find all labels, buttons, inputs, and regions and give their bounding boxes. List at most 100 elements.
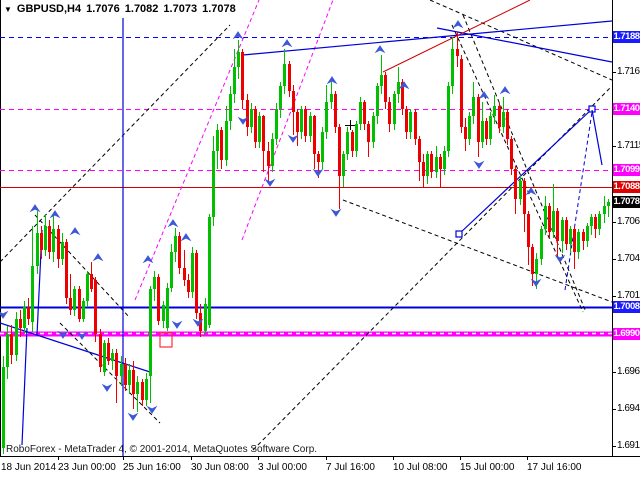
candle-body: [573, 229, 576, 252]
trendline-proj-dashed-blue[interactable]: [565, 112, 592, 290]
candle-body: [233, 67, 236, 94]
candle-body: [489, 116, 492, 139]
candle-body: [220, 130, 223, 160]
candle-body: [535, 259, 538, 274]
candle-body: [300, 109, 303, 132]
price-label-1.6915[interactable]: 1.6915: [617, 440, 640, 451]
candle-body: [128, 370, 131, 385]
price-badge-1.6990[interactable]: 1.6990: [613, 328, 640, 340]
ohlc-low: 1.7073: [163, 3, 197, 15]
candle-body: [603, 206, 606, 214]
time-label[interactable]: 10 Jul 08:00: [393, 462, 448, 473]
candle-body: [31, 266, 34, 322]
candle-body: [162, 305, 165, 321]
fractal-up-icon: [283, 40, 291, 46]
candle-body: [111, 353, 114, 361]
candle-body: [569, 229, 572, 244]
candle-body: [82, 301, 85, 319]
candle-body: [153, 277, 156, 289]
trendline-handle-0[interactable]: [456, 231, 462, 237]
candle-body: [367, 124, 370, 142]
candle-body: [195, 253, 198, 313]
copyright-text: RoboForex - MetaTrader 4, © 2001-2014, M…: [6, 444, 317, 455]
trendline-desc-june-b[interactable]: [60, 323, 160, 423]
candle-body: [502, 112, 505, 127]
candle-body: [565, 220, 568, 244]
collapse-triangle-icon[interactable]: ▼: [4, 5, 12, 14]
candle-body: [485, 121, 488, 139]
trendline-zigzag-desc[interactable]: [0, 323, 150, 372]
candle-body: [241, 52, 244, 100]
chart-header: ▼ GBPUSD,H4 1.7076 1.7082 1.7073 1.7078: [4, 3, 236, 15]
trendline-desc-steep-1[interactable]: [452, 25, 583, 312]
price-label-1.7065[interactable]: 1.7065: [617, 216, 640, 227]
price-chart[interactable]: [0, 0, 640, 480]
candle-body: [288, 64, 291, 91]
time-label[interactable]: 17 Jul 16:00: [527, 462, 582, 473]
candle-body: [90, 274, 93, 289]
candle-body: [6, 334, 9, 367]
time-label[interactable]: 18 Jun 2014: [1, 462, 56, 473]
fractal-up-icon: [480, 92, 488, 98]
fractal-up-icon: [376, 46, 384, 52]
price-label-1.7015[interactable]: 1.7015: [617, 290, 640, 301]
trendline-asc-june[interactable]: [0, 25, 230, 262]
time-label[interactable]: 7 Jul 16:00: [326, 462, 375, 473]
fractal-down-icon: [266, 180, 274, 186]
candle-body: [514, 169, 517, 199]
candle-body: [321, 132, 324, 162]
candle-body: [582, 232, 585, 241]
trendline-red-rising[interactable]: [383, 0, 530, 72]
candle-body: [590, 217, 593, 226]
candle-body: [237, 52, 240, 67]
price-badge-1.7078[interactable]: 1.7078: [613, 196, 640, 208]
price-badge-1.7140[interactable]: 1.7140: [613, 103, 640, 115]
candle-body: [338, 127, 341, 176]
candle-body: [86, 274, 89, 301]
time-label[interactable]: 15 Jul 00:00: [460, 462, 515, 473]
fractal-up-icon: [144, 256, 152, 262]
candle-body: [443, 151, 446, 169]
time-label[interactable]: 30 Jun 08:00: [191, 462, 249, 473]
fractal-up-icon: [454, 21, 462, 27]
candle-body: [216, 130, 219, 151]
price-badge-1.7188[interactable]: 1.7188: [613, 31, 640, 43]
price-label-1.7165[interactable]: 1.7165: [617, 66, 640, 77]
candle-body: [313, 116, 316, 154]
candle-body: [212, 151, 215, 217]
candle-body: [552, 211, 555, 232]
candle-body: [149, 289, 152, 376]
fractal-up-icon: [169, 220, 177, 226]
candle-body: [250, 109, 253, 127]
time-label[interactable]: 23 Jun 00:00: [58, 462, 116, 473]
fractal-down-icon: [289, 136, 297, 142]
candle-body: [359, 102, 362, 124]
fractal-up-icon: [94, 254, 102, 260]
candle-body: [422, 162, 425, 176]
candle-body: [355, 124, 358, 151]
time-label[interactable]: 3 Jul 00:00: [258, 462, 307, 473]
candle-body: [166, 288, 169, 328]
candle-body: [208, 217, 211, 325]
candle-body: [598, 214, 601, 229]
trendline-zigzag-leg-1[interactable]: [22, 328, 27, 445]
price-label-1.6940[interactable]: 1.6940: [617, 403, 640, 414]
mt4-chart-window: ▼ GBPUSD,H4 1.7076 1.7082 1.7073 1.7078 …: [0, 0, 640, 480]
price-badge-1.7088[interactable]: 1.7088: [613, 181, 640, 193]
price-label-1.7115[interactable]: 1.7115: [617, 140, 640, 151]
candle-body: [78, 289, 81, 319]
candle-body: [229, 94, 232, 121]
price-badge-1.7099[interactable]: 1.7099: [613, 164, 640, 176]
fractal-down-icon: [129, 414, 137, 420]
candle-body: [258, 116, 261, 142]
candle-body: [124, 364, 127, 385]
candle-body: [346, 132, 349, 154]
candle-body: [548, 206, 551, 232]
time-label[interactable]: 25 Jun 16:00: [123, 462, 181, 473]
price-label-1.7040[interactable]: 1.7040: [617, 253, 640, 264]
trendline-proj-drop-blue[interactable]: [592, 110, 602, 165]
candle-body: [2, 367, 5, 448]
price-label-1.6965[interactable]: 1.6965: [617, 366, 640, 377]
price-badge-1.7008[interactable]: 1.7008: [613, 301, 640, 313]
candle-body: [426, 154, 429, 176]
